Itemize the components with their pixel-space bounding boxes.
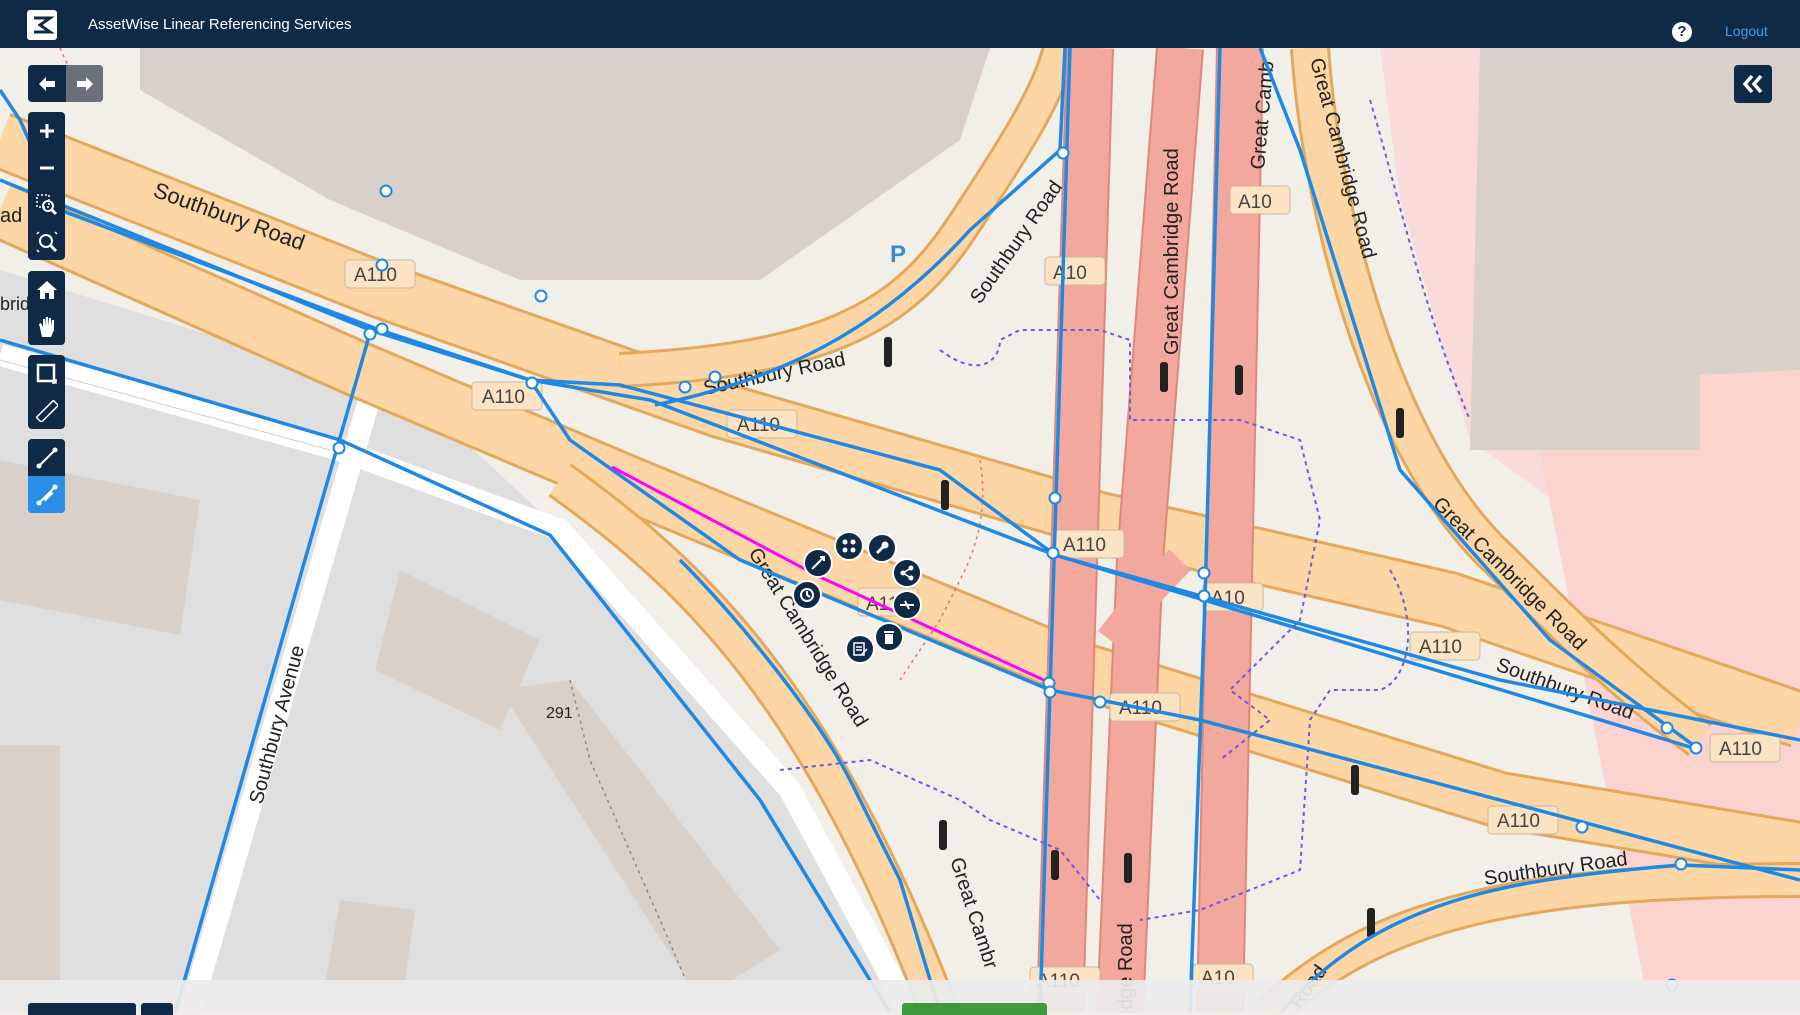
bottom-action-button[interactable] <box>902 1003 1047 1015</box>
add-point-icon[interactable] <box>803 548 833 578</box>
view-tools <box>28 271 65 345</box>
edit-line-icon[interactable] <box>28 476 65 513</box>
select-rectangle-icon[interactable] <box>28 355 65 392</box>
road-label: Great Cambridge Road <box>1161 148 1183 355</box>
bottom-panel-tab[interactable] <box>28 1003 136 1015</box>
road-shield: A10 <box>1229 185 1291 215</box>
building <box>0 745 60 1013</box>
split-line-icon[interactable] <box>892 590 922 620</box>
zoom-in-icon[interactable] <box>28 112 65 149</box>
app-header: AssetWise Linear Referencing Services ? … <box>0 0 1800 48</box>
bottom-panel <box>0 980 1800 1013</box>
svg-text:A110: A110 <box>482 387 525 408</box>
svg-text:A110: A110 <box>1063 535 1106 556</box>
road-shield: A10 <box>1044 256 1106 286</box>
road-shield: A110 <box>1487 805 1559 835</box>
home-icon[interactable] <box>28 271 65 308</box>
svg-text:A110: A110 <box>1719 739 1762 760</box>
svg-text:A110: A110 <box>1497 811 1540 832</box>
zoom-to-extent-icon[interactable] <box>28 223 65 260</box>
delete-trash-icon[interactable] <box>874 622 904 652</box>
road-shield: A110 <box>1409 631 1481 661</box>
logout-link[interactable]: Logout <box>1725 23 1768 39</box>
road-label: ad <box>0 205 22 227</box>
network-nodes-icon[interactable] <box>834 531 864 561</box>
map-canvas[interactable]: Southbury Road Southbury Road Southbury … <box>0 48 1800 1013</box>
svg-text:A10: A10 <box>1238 192 1272 213</box>
bottom-panel-tab[interactable] <box>141 1003 173 1015</box>
pan-hand-icon[interactable] <box>28 308 65 345</box>
zoom-to-region-icon[interactable] <box>28 186 65 223</box>
zoom-out-icon[interactable] <box>28 149 65 186</box>
edit-tools <box>28 439 65 513</box>
svg-text:A10: A10 <box>1053 263 1087 284</box>
bentley-logo-icon <box>26 9 58 41</box>
double-chevron-left-icon[interactable] <box>1734 65 1772 103</box>
draw-line-icon[interactable] <box>28 439 65 476</box>
forward-arrow-icon[interactable] <box>66 65 103 102</box>
share-nodes-icon[interactable] <box>892 558 922 588</box>
road-label: brid <box>0 294 30 314</box>
measure-tools <box>28 355 65 429</box>
parking-icon: P <box>890 241 906 268</box>
wrench-icon[interactable] <box>867 533 897 563</box>
history-nav-group <box>28 65 103 102</box>
house-number: 291 <box>546 705 573 722</box>
zoom-tools <box>28 112 65 260</box>
app-title: AssetWise Linear Referencing Services <box>88 16 352 33</box>
edit-notes-icon[interactable] <box>845 634 875 664</box>
road-shield: A110 <box>1053 529 1125 559</box>
history-icon[interactable] <box>792 580 822 610</box>
svg-text:A110: A110 <box>354 265 397 286</box>
road-shield: A110 <box>1109 692 1181 722</box>
measure-ruler-icon[interactable] <box>28 392 65 429</box>
help-button[interactable]: ? <box>1672 22 1692 42</box>
svg-text:A110: A110 <box>1419 637 1462 658</box>
road-shield: A110 <box>1709 733 1781 763</box>
back-arrow-icon[interactable] <box>28 65 65 102</box>
